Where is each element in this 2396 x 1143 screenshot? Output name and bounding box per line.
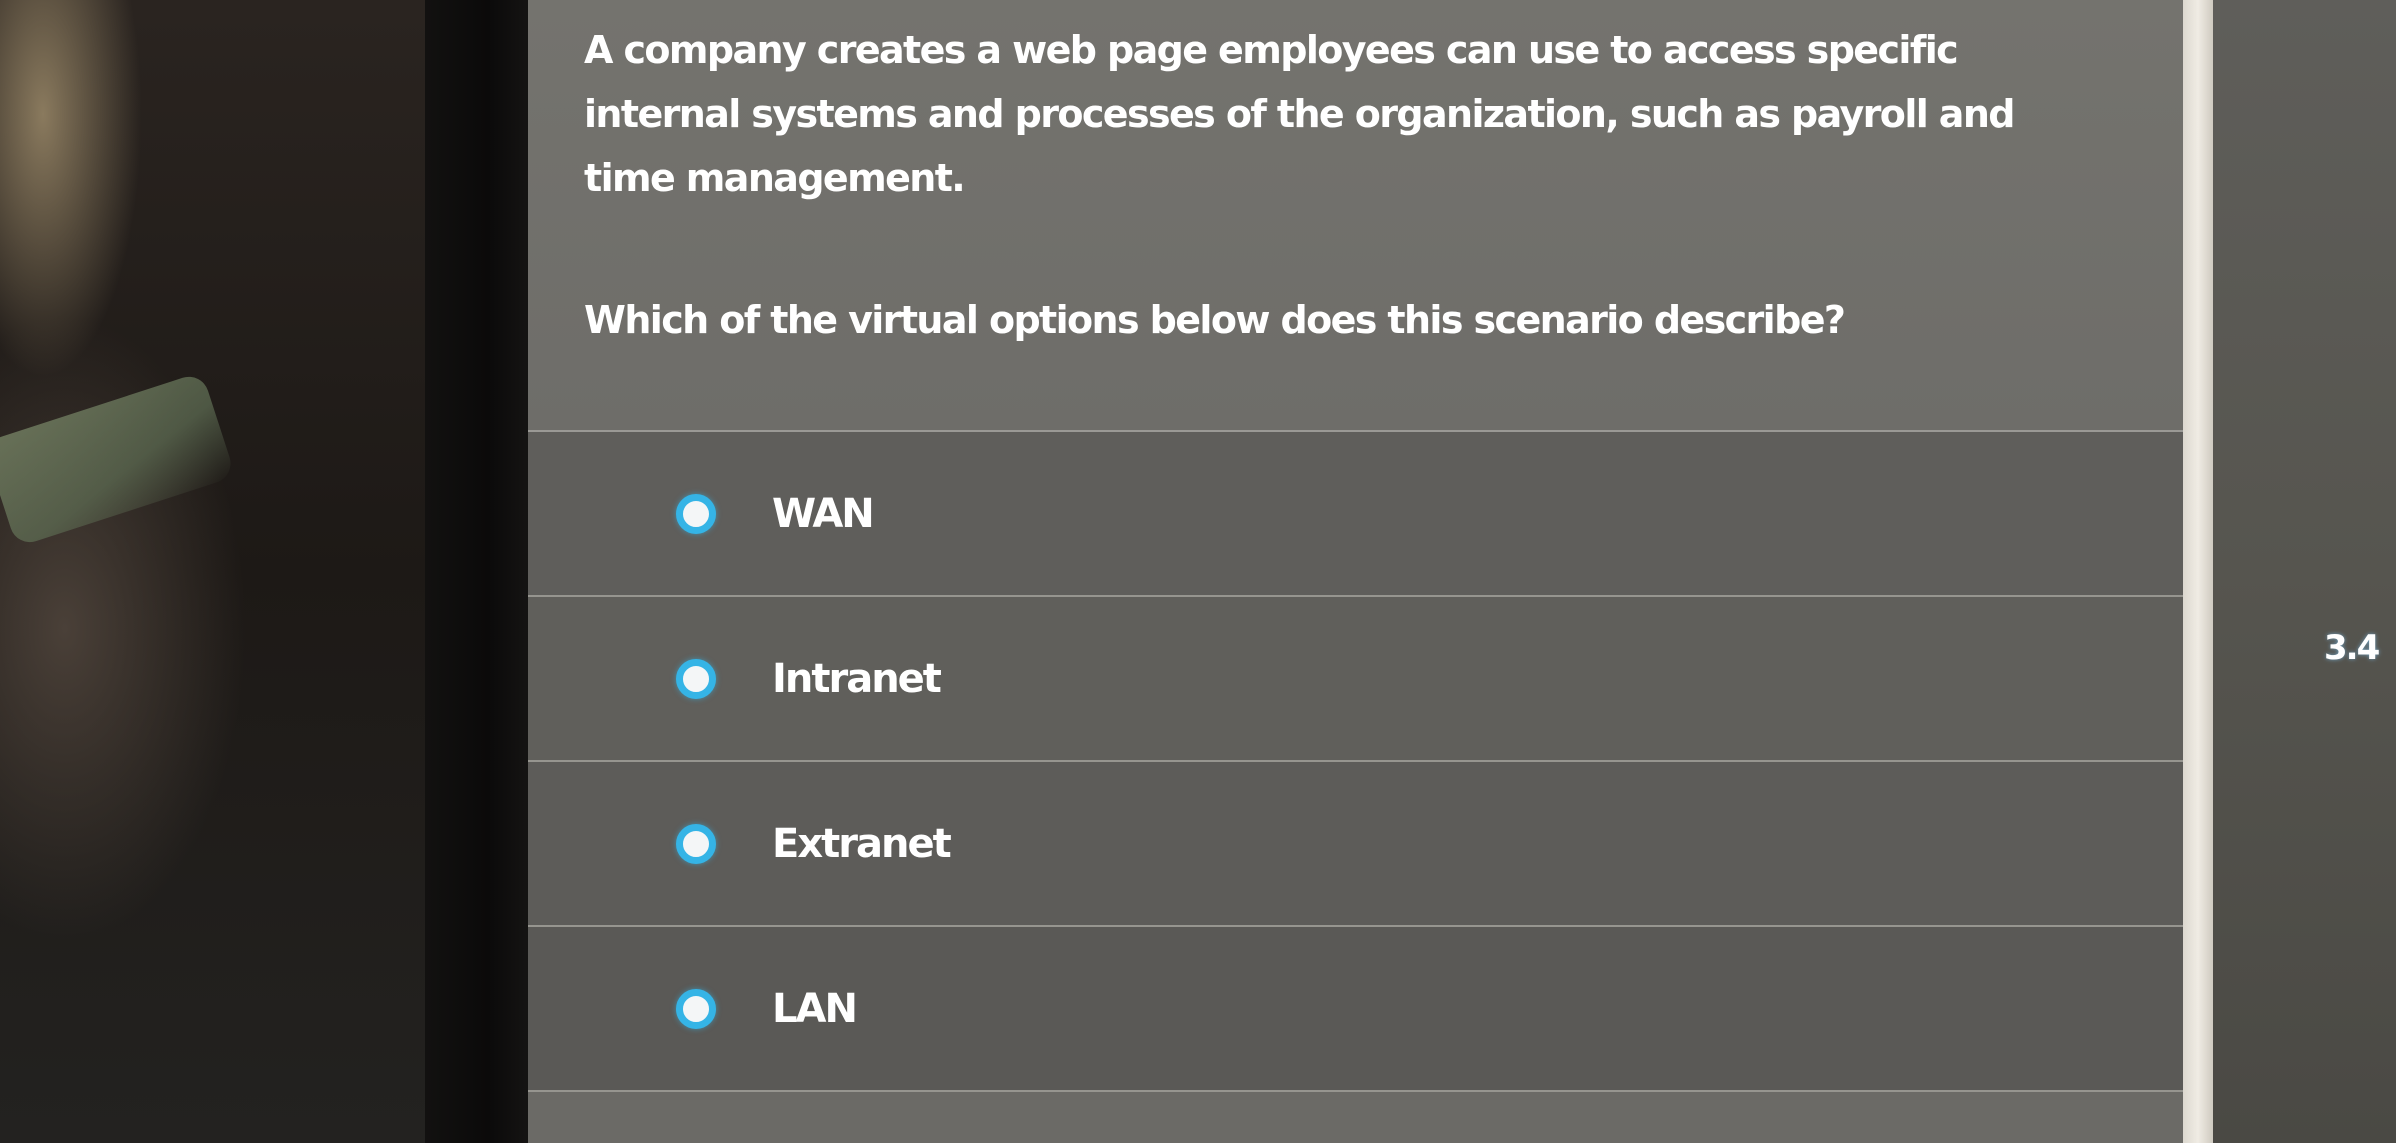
radio-button-icon[interactable] (676, 493, 716, 534)
monitor-bezel (425, 0, 530, 1143)
question-card: A company creates a web page employees c… (528, 0, 2183, 430)
option-lan[interactable]: LAN (528, 927, 2183, 1092)
radio-button-icon[interactable] (676, 988, 716, 1029)
answer-options: WAN Intranet Extranet LAN (528, 432, 2183, 1092)
option-wan[interactable]: WAN (528, 432, 2183, 597)
side-panel: 3.4 (2213, 0, 2396, 1143)
photo-scene: A company creates a web page employees c… (0, 0, 2396, 1143)
option-extranet[interactable]: Extranet (528, 762, 2183, 927)
side-panel-number: 3.4 (2324, 628, 2380, 668)
option-label: LAN (772, 985, 858, 1032)
option-intranet[interactable]: Intranet (528, 597, 2183, 762)
quiz-screen: A company creates a web page employees c… (528, 0, 2183, 1143)
background-surroundings (0, 0, 430, 1143)
option-label: Intranet (772, 655, 942, 702)
option-label: WAN (772, 490, 875, 537)
option-label: Extranet (772, 820, 952, 867)
radio-button-icon[interactable] (676, 658, 716, 699)
question-prompt: Which of the virtual options below does … (584, 298, 1846, 342)
radio-button-icon[interactable] (676, 823, 716, 864)
question-text: A company creates a web page employees c… (584, 28, 2016, 200)
screen-edge (2183, 0, 2213, 1143)
